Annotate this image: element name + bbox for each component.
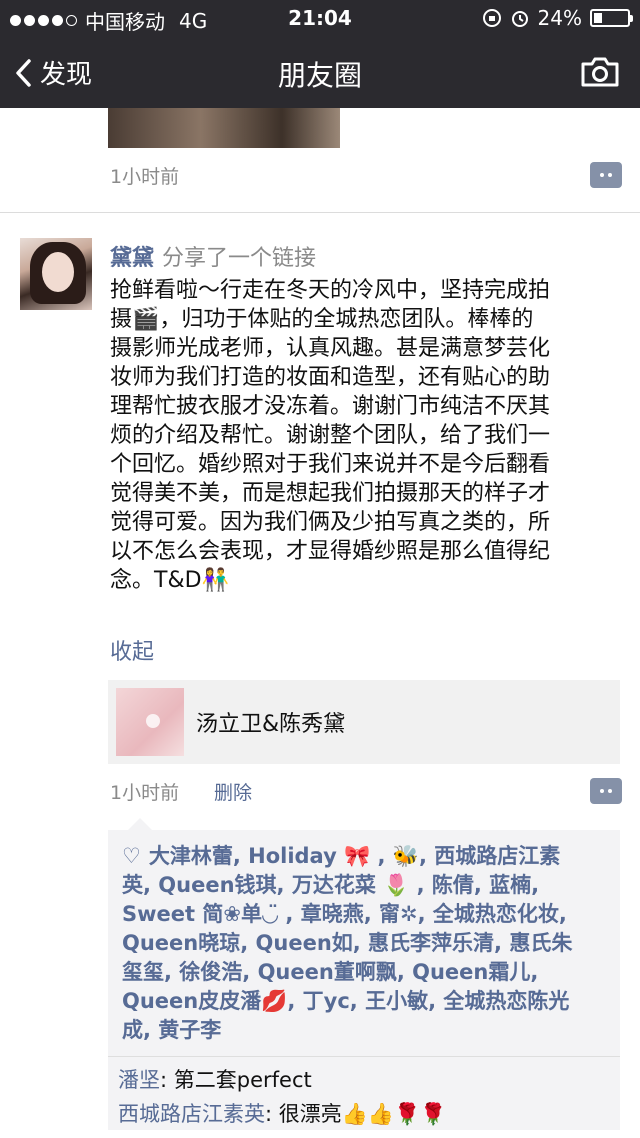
comment-author[interactable]: 西城路店江素英 [118,1102,265,1126]
avatar[interactable] [20,238,92,310]
likes-line[interactable]: ♡ 大津林蕾, Holiday 🎀 , 🐝, 西城路店江素 [122,842,618,871]
post-body: 抢鲜看啦～行走在冬天的冷风中，坚持完成拍 摄🎬，归功于体贴的全城热恋团队。棒棒的摄… [110,276,630,595]
likes-line[interactable]: 玺玺, 徐俊浩, Queen董啊飘, Queen霜儿, [122,958,618,987]
battery-percent: 24% [537,6,582,30]
collapse-link[interactable]: 收起 [110,634,154,666]
comment-text: 第二套perfect [173,1068,312,1092]
link-title: 汤立卫&陈秀黛 [196,712,346,737]
post-divider [0,212,640,213]
delete-link[interactable]: 删除 [214,778,252,805]
share-action-text: 分享了一个链接 [162,246,317,271]
post-text-line: 以不怎么会表现，才显得婚纱照是那么值得纪 [110,539,551,564]
post-text-line: 念。T&D👫 [110,568,229,593]
likes-comments-box: ♡ 大津林蕾, Holiday 🎀 , 🐝, 西城路店江素 英, Queen钱琪, … [108,818,620,1130]
author-name[interactable]: 黛黛 [110,246,154,271]
likes-line[interactable]: Queen晓琼, Queen如, 惠氏李萍乐清, 惠氏朱 [122,929,618,958]
camera-icon[interactable] [580,56,620,88]
post-time: 1小时前 [110,782,180,804]
post-text-line: 摄🎬，归功于体贴的全城热恋团队。棒棒的 [110,307,534,332]
post-text-line: 个回忆。婚纱照对于我们来说并不是今后翻看 [110,452,551,477]
comment-menu-button[interactable] [590,162,622,188]
previous-post-image[interactable] [108,108,340,148]
post-text-line: 觉得可爱。因为我们俩及少拍写真之类的，所 [110,510,551,535]
post-text-line: 觉得美不美，而是想起我们拍摄那天的样子才 [110,481,551,506]
likes-line[interactable]: Sweet 简❀单◡̈ , 章晓燕, 甯✲, 全城热恋化妆, [122,900,618,929]
post-text-line: 妆师为我们打造的妆面和造型，还有贴心的助 [110,365,551,390]
post-text-line: 摄影师光成老师，认真风趣。甚是满意梦芸化 [110,336,551,361]
navigation-bar: 发现 朋友圈 [0,36,640,108]
previous-post-time: 1小时前 [110,166,180,188]
likes-list: ♡ 大津林蕾, Holiday 🎀 , 🐝, 西城路店江素 英, Queen钱琪, … [122,842,618,1045]
post-text-line: 抢鲜看啦～行走在冬天的冷风中，坚持完成拍 [110,278,551,303]
page-title: 朋友圈 [277,59,362,92]
likes-line[interactable]: 英, Queen钱琪, 万达花菜 🌷 , 陈倩, 蓝楠, [122,871,618,900]
post-header: 黛黛 分享了一个链接 [110,240,316,272]
comment-author[interactable]: 潘坚 [118,1068,160,1092]
alarm-icon [511,11,528,27]
heart-icon: ♡ [122,844,141,868]
battery-icon [590,9,633,27]
link-thumbnail [116,688,184,756]
comment-item[interactable]: 西城路店江素英: 很漂亮👍👍🌹🌹 [118,1098,446,1128]
post-text-line: 理帮忙披衣服才没冻着。谢谢门市纯洁不厌其 [110,394,551,419]
shared-link-card[interactable]: 汤立卫&陈秀黛 [108,680,620,764]
likes-line[interactable]: Queen皮皮潘💋, 丁yc, 王小敏, 全城热恋陈光 [122,987,618,1016]
post-text-line: 烦的介绍及帮忙。谢谢整个团队，给了我们一 [110,423,551,448]
status-bar: 中国移动 4G 21:04 24% [0,0,640,36]
comment-text: 很漂亮👍👍🌹🌹 [278,1102,447,1126]
comment-menu-button[interactable] [590,778,622,804]
likes-divider [108,1056,620,1057]
likes-line[interactable]: 成, 黄子李 [122,1016,618,1045]
comment-item[interactable]: 潘坚: 第二套perfect [118,1064,312,1094]
rotation-lock-icon [482,9,501,27]
